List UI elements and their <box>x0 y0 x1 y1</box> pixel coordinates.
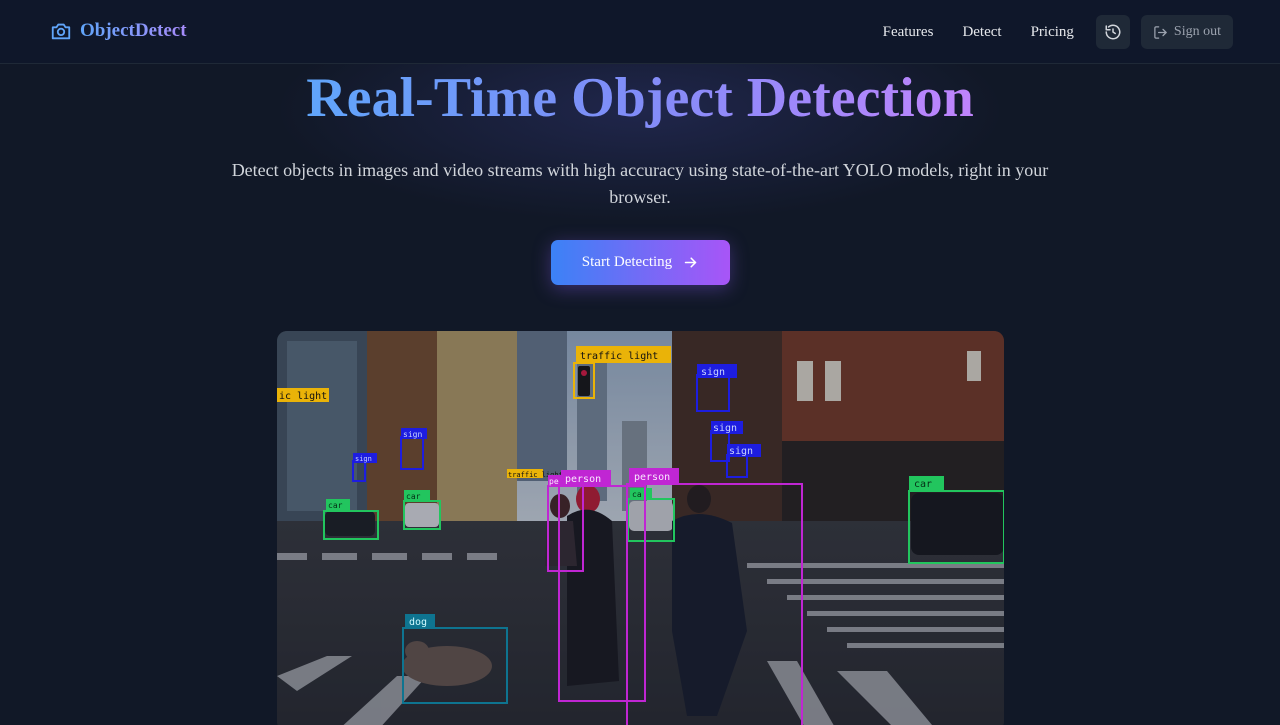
nav-link-pricing[interactable]: Pricing <box>1031 24 1074 41</box>
detection-label-sign-2: sign <box>713 423 737 434</box>
detection-demo-image: traffic light ic light traffic light sig… <box>277 331 1004 725</box>
detection-label-person-3: pe <box>549 477 559 486</box>
detection-label-traffic-light: traffic light <box>580 351 658 362</box>
detection-label-sign-4: sign <box>403 430 422 439</box>
detection-label-car-2: car <box>406 492 421 501</box>
detection-label-traffic-light-left: ic light <box>279 391 327 402</box>
detection-label-dog: dog <box>409 617 427 628</box>
top-navbar: ObjectDetect Features Detect Pricing Sig… <box>0 0 1280 64</box>
page: ObjectDetect Features Detect Pricing Sig… <box>0 0 1280 725</box>
history-icon <box>1105 24 1121 40</box>
nav-link-features[interactable]: Features <box>883 24 934 41</box>
detection-label-sign-3: sign <box>729 446 753 457</box>
start-detecting-label: Start Detecting <box>581 254 673 270</box>
nav-link-detect[interactable]: Detect <box>962 24 1001 41</box>
detection-label-car-3: car <box>914 479 932 490</box>
history-button[interactable] <box>1095 15 1130 49</box>
sign-out-label: Sign out <box>1173 24 1221 39</box>
detection-label-person-2: person <box>634 472 670 483</box>
detection-label-sign-1: sign <box>701 367 725 378</box>
brand-name: ObjectDetect <box>80 20 187 41</box>
detection-label-sign-5: sign <box>355 455 372 463</box>
detection-label-person-1: person <box>565 474 601 485</box>
sign-out-button[interactable]: Sign out <box>1140 15 1233 49</box>
arrow-right-icon <box>684 257 697 268</box>
camera-icon <box>51 23 71 40</box>
hero-subtitle: Detect objects in images and video strea… <box>231 160 1049 207</box>
detection-traffic-light-left: ic light <box>277 388 329 402</box>
nav-links: Features Detect Pricing Sign out <box>883 15 1233 49</box>
detection-label-car-1: car <box>328 501 343 510</box>
sign-out-icon <box>1154 25 1167 39</box>
hero-title: Real-Time Object Detection <box>306 67 974 129</box>
detection-label-car-4: ca <box>632 490 642 499</box>
start-detecting-button[interactable]: Start Detecting <box>551 240 730 285</box>
brand-logo[interactable]: ObjectDetect <box>50 20 187 42</box>
street-scene: traffic light ic light traffic light sig… <box>277 331 1004 725</box>
